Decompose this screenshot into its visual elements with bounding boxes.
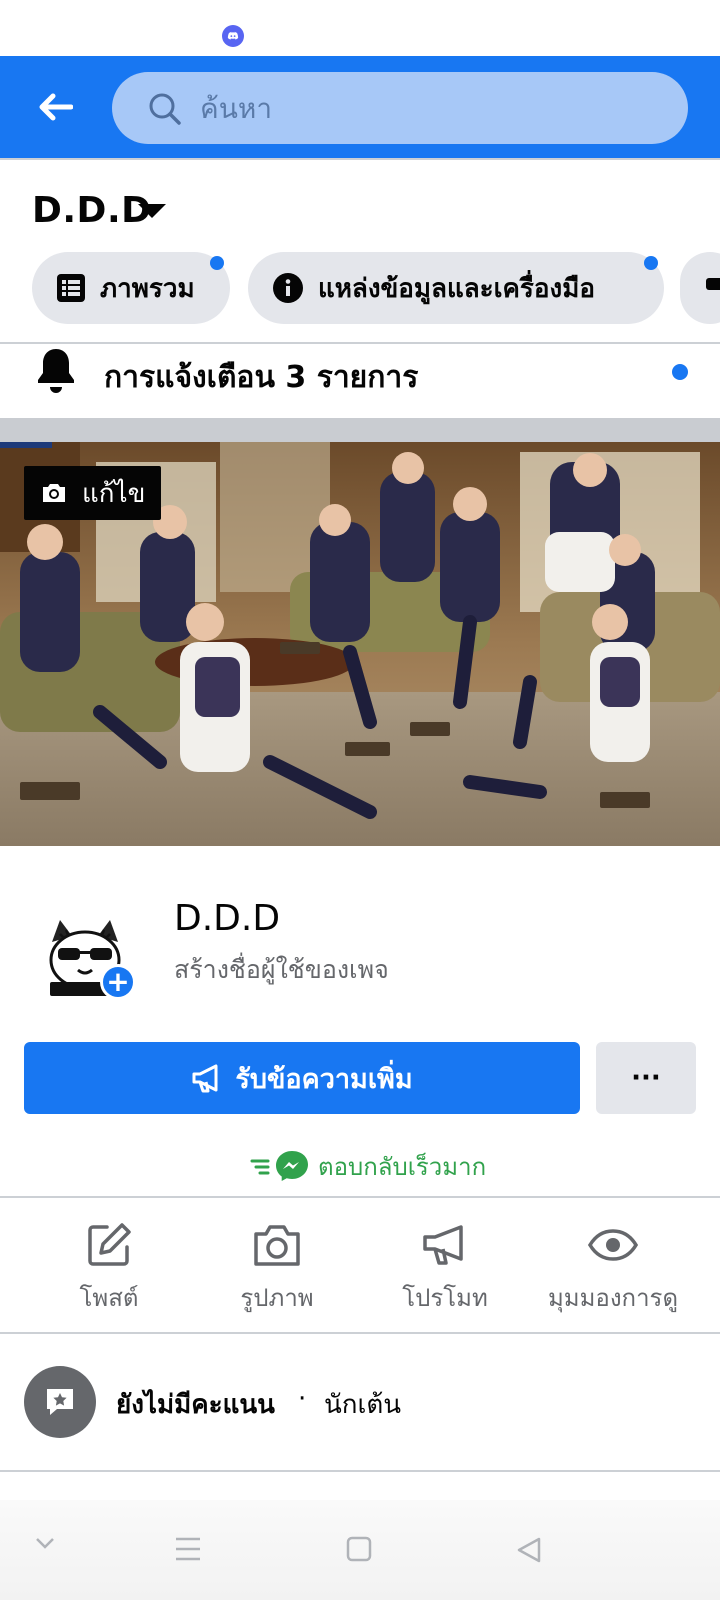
action-photo[interactable]: รูปภาพ [192, 1218, 362, 1317]
divider [0, 158, 720, 160]
add-profile-photo-button[interactable]: + [100, 964, 136, 1000]
rating-row[interactable]: ยังไม่มีคะแนน · นักเต้น [0, 1334, 720, 1470]
list-icon [56, 273, 86, 303]
responsiveness-badge: ตอบกลับเร็วมาก [250, 1146, 486, 1186]
compose-icon [85, 1218, 133, 1272]
unread-dot [644, 256, 658, 270]
search-input[interactable] [200, 82, 660, 134]
notifications-label: การแจ้งเตือน 3 รายการ [104, 360, 419, 395]
search-icon [148, 92, 182, 130]
discord-notification-icon [222, 25, 244, 47]
chevron-down-icon[interactable] [34, 1536, 56, 1550]
arrow-left-icon [39, 93, 73, 121]
chip-more-partial[interactable] [680, 252, 720, 324]
create-username-link[interactable]: สร้างชื่อผู้ใช้ของเพจ [174, 950, 389, 990]
top-app-bar [0, 56, 720, 158]
home-icon[interactable] [346, 1536, 372, 1562]
megaphone-icon [191, 1063, 225, 1093]
back-triangle-icon[interactable] [516, 1536, 542, 1564]
system-navigation-bar [0, 1500, 720, 1600]
section-separator [0, 418, 720, 442]
action-label: โปรโมท [402, 1284, 488, 1312]
back-button[interactable] [30, 82, 80, 132]
camera-icon [40, 481, 68, 505]
primary-button-label: รับข้อความเพิ่ม [235, 1063, 413, 1095]
page-name: D.D.D [174, 898, 281, 939]
notifications-row[interactable]: การแจ้งเตือน 3 รายการ [0, 344, 720, 418]
messenger-fast-icon [250, 1149, 312, 1183]
action-view-as[interactable]: มุมมองการดู [528, 1218, 698, 1317]
action-promote[interactable]: โปรโมท [360, 1218, 530, 1317]
chip-resources-tools[interactable]: แหล่งข้อมูลและเครื่องมือ [248, 252, 664, 324]
more-dots-icon: ··· [631, 1063, 661, 1093]
info-icon [272, 272, 304, 304]
chip-label: แหล่งข้อมูลและเครื่องมือ [318, 273, 595, 304]
menu-icon[interactable] [174, 1536, 202, 1562]
page-category: นักเต้น [324, 1390, 402, 1420]
camera-icon [252, 1218, 302, 1272]
review-icon [24, 1366, 96, 1438]
action-label: โพสต์ [79, 1284, 139, 1312]
caret-down-icon[interactable] [138, 204, 166, 218]
responsiveness-label: ตอบกลับเร็วมาก [318, 1152, 487, 1181]
chip-label: ภาพรวม [100, 273, 195, 304]
chip-overview[interactable]: ภาพรวม [32, 252, 230, 324]
bell-icon [34, 346, 78, 400]
action-row: โพสต์ รูปภาพ โปรโมท มุมมองการดู [0, 1198, 720, 1332]
unread-dot [210, 256, 224, 270]
edit-cover-label: แก้ไข [82, 478, 146, 509]
rating-separator: · [298, 1384, 307, 1414]
search-bar[interactable] [112, 72, 688, 144]
status-bar [0, 0, 720, 56]
more-options-button[interactable]: ··· [596, 1042, 696, 1114]
action-label: รูปภาพ [240, 1284, 314, 1312]
megaphone-icon [421, 1218, 469, 1272]
edit-cover-button[interactable]: แก้ไข [24, 466, 162, 520]
page-title[interactable]: D.D.D [32, 190, 152, 231]
cover-progress-indicator [0, 442, 52, 448]
action-post[interactable]: โพสต์ [24, 1218, 194, 1317]
rating-status: ยังไม่มีคะแนน [116, 1390, 275, 1420]
divider [0, 1470, 720, 1472]
get-more-messages-button[interactable]: รับข้อความเพิ่ม [24, 1042, 580, 1114]
chip-partial-icon [706, 272, 720, 305]
action-label: มุมมองการดู [547, 1284, 679, 1312]
eye-icon [588, 1218, 638, 1272]
unread-dot [672, 364, 688, 380]
